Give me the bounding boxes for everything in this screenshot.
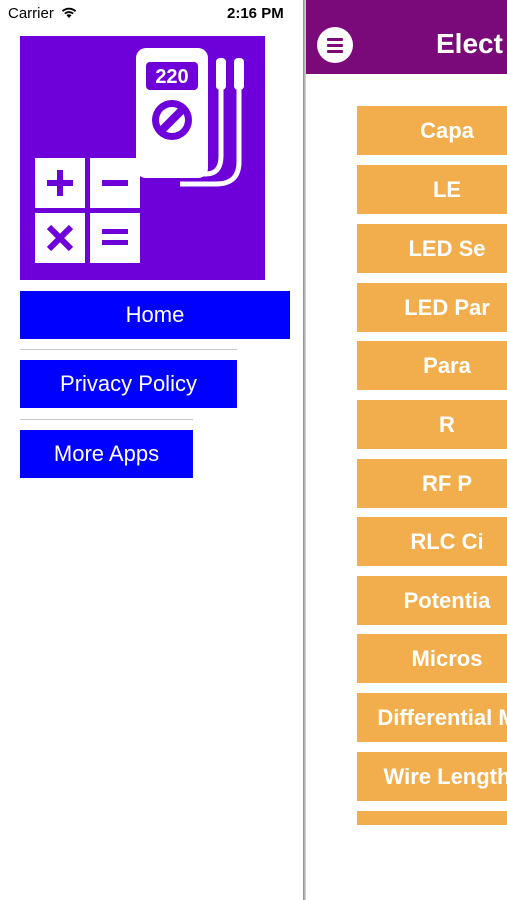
multimeter-icon <box>136 48 244 187</box>
list-item[interactable]: Capa <box>357 106 507 155</box>
app-logo: 220 <box>20 36 265 280</box>
menu-more-apps-button[interactable]: More Apps <box>20 430 193 478</box>
list-item[interactable]: RF P <box>357 459 507 508</box>
wifi-icon <box>61 6 77 23</box>
list-item[interactable]: Wire Length <box>357 752 507 801</box>
carrier-label: Carrier <box>8 5 54 22</box>
menu-privacy-policy-button[interactable]: Privacy Policy <box>20 360 237 408</box>
status-bar: Carrier 2:16 PM <box>0 0 305 28</box>
main-content: Elect Capa LE LED Se LED Par Para R RF P… <box>306 0 507 900</box>
list-item[interactable]: Differential M <box>357 693 507 742</box>
app-title: Elect <box>436 28 503 59</box>
menu-divider <box>20 349 237 350</box>
list-item[interactable]: LE <box>357 165 507 214</box>
hamburger-menu-icon[interactable] <box>317 27 353 63</box>
list-item[interactable]: RLC Ci <box>357 517 507 566</box>
app-header: Elect <box>306 0 507 74</box>
calculator-icon <box>35 158 140 263</box>
list-item[interactable]: LED Par <box>357 283 507 332</box>
list-item[interactable] <box>357 811 507 825</box>
list-item[interactable]: R <box>357 400 507 449</box>
menu-home-button[interactable]: Home <box>20 291 290 339</box>
list-item[interactable]: Para <box>357 341 507 390</box>
clock-label: 2:16 PM <box>227 5 284 22</box>
list-item[interactable]: Micros <box>357 634 507 683</box>
list-item[interactable]: Potentia <box>357 576 507 625</box>
list-item[interactable]: LED Se <box>357 224 507 273</box>
navigation-drawer: Carrier 2:16 PM 220 Home Privacy Policy … <box>0 0 305 900</box>
menu-divider <box>20 419 193 420</box>
meter-display-value: 220 <box>155 66 188 88</box>
